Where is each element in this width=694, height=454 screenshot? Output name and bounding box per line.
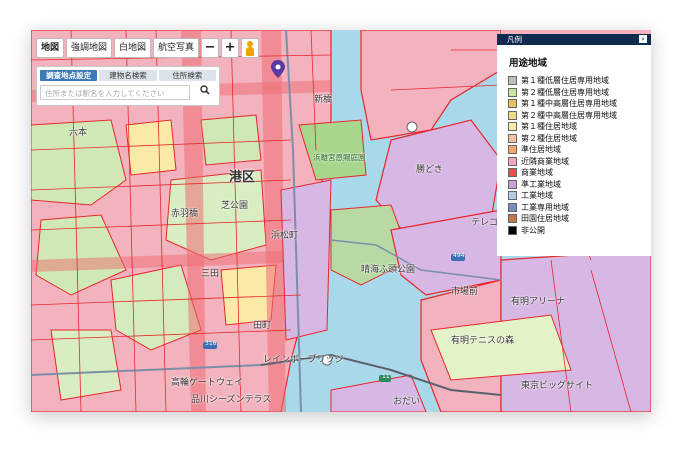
legend-item-label: 商業地域: [521, 168, 553, 178]
map-type-emphasis-button[interactable]: 強調地図: [66, 38, 113, 58]
legend-swatch: [508, 225, 517, 235]
search-panel: 調査地点設定 建物名検索 住所検索 住所または駅名を入力してください: [36, 66, 220, 106]
route-shield-316: 316: [205, 340, 217, 347]
map-type-standard-button[interactable]: 地図: [36, 38, 65, 58]
legend-item: 第１種住居地域: [508, 121, 651, 133]
map-type-toolbar: 地図 強調地図 白地図 航空写真 − +: [36, 38, 260, 58]
legend-item-label: 準住居地域: [521, 145, 561, 155]
legend-item-label: 工業専用地域: [521, 202, 569, 212]
label-shimbashi: 新橋: [314, 95, 333, 105]
label-ichibamae: 市場前: [451, 287, 479, 297]
legend-item: 工業地域: [508, 190, 651, 202]
legend-item: 商業地域: [508, 167, 651, 179]
legend-list: 第１種低層住居専用地域 第２種低層住居専用地域 第１種中高層住居専用地域 第２種中高層…: [497, 75, 651, 236]
zoom-in-button[interactable]: +: [221, 38, 240, 58]
legend-item-label: 第１種低層住居専用地域: [521, 76, 609, 86]
label-rainbow: レインボーブリッジ: [263, 355, 344, 365]
route-shield-11: 11: [382, 373, 390, 380]
legend-swatch: [508, 214, 517, 224]
legend-panel: 凡例 › 用途地域 第１種低層住居専用地域 第２種低層住居専用地域 第１種中高層住居…: [497, 34, 651, 256]
legend-header: 凡例 ›: [497, 34, 651, 45]
legend-item-label: 田園住居地域: [521, 214, 569, 224]
legend-swatch: [508, 145, 517, 155]
legend-swatch: [508, 87, 517, 97]
legend-item: 第２種住居地域: [508, 133, 651, 145]
label-akabane: 赤羽橋: [171, 209, 199, 219]
label-big-sight: 東京ビッグサイト: [521, 381, 594, 391]
legend-swatch: [508, 202, 517, 212]
legend-swatch: [508, 133, 517, 143]
legend-item-label: 第１種住居地域: [521, 122, 577, 132]
legend-item-label: 準工業地域: [521, 179, 561, 189]
search-button[interactable]: [194, 85, 216, 100]
legend-swatch: [508, 156, 517, 166]
chevron-right-icon[interactable]: ›: [639, 35, 647, 43]
tab-address-search[interactable]: 住所検索: [158, 70, 216, 81]
legend-swatch: [508, 76, 517, 86]
label-ariake-tennis: 有明テニスの森: [451, 336, 515, 346]
legend-item: 第２種低層住居専用地域: [508, 87, 651, 99]
legend-swatch: [508, 122, 517, 132]
legend-swatch: [508, 99, 517, 109]
label-hamarikyu: 浜離宮恩賜庭園: [313, 153, 366, 162]
label-daiba: おだい: [393, 397, 421, 407]
legend-swatch: [508, 191, 517, 201]
legend-item: 第１種低層住居専用地域: [508, 75, 651, 87]
map-type-aerial-button[interactable]: 航空写真: [153, 38, 200, 58]
legend-item-label: 第２種低層住居専用地域: [521, 87, 609, 97]
legend-item: 工業専用地域: [508, 202, 651, 214]
label-minato: 港区: [229, 170, 256, 185]
legend-item: 田園住居地域: [508, 213, 651, 225]
label-shiba-park: 芝公園: [221, 201, 249, 211]
legend-item: 非公開: [508, 225, 651, 237]
label-takanawa: 高輪ゲートウェイ: [171, 378, 244, 388]
label-shinagawa: 品川シーズンテラス: [191, 395, 272, 405]
label-kachidoki: 勝どき: [416, 165, 443, 175]
label-harumi: 晴海ふ頭公園: [361, 265, 416, 275]
legend-item: 準住居地域: [508, 144, 651, 156]
search-input[interactable]: 住所または駅名を入力してください: [40, 85, 190, 100]
legend-item-label: 非公開: [521, 225, 545, 235]
legend-item: 第１種中高層住居専用地域: [508, 98, 651, 110]
legend-item-label: 近隣商業地域: [521, 156, 569, 166]
legend-swatch: [508, 110, 517, 120]
route-shield-494: 494: [453, 252, 465, 259]
label-hamamatsucho: 浜松町: [271, 231, 299, 241]
legend-item-label: 第２種住居地域: [521, 133, 577, 143]
map-frame: 港区 浜離宮恩賜庭園 晴海ふ頭公園 市場前 有明アリーナ 有明テニスの森 東京ビ…: [31, 30, 651, 412]
label-mita: 三田: [201, 269, 220, 279]
legend-swatch: [508, 179, 517, 189]
tab-survey-point[interactable]: 調査地点設定: [40, 70, 98, 81]
legend-item: 準工業地域: [508, 179, 651, 191]
label-tamachi: 田町: [253, 321, 272, 331]
label-ariake: 有明アリーナ: [511, 297, 566, 307]
legend-item: 第２種中高層住居専用地域: [508, 110, 651, 122]
legend-item-label: 第２種中高層住居専用地域: [521, 110, 617, 120]
legend-swatch: [508, 168, 517, 178]
label-roppongi: 六本: [69, 128, 88, 138]
map-type-blank-button[interactable]: 白地図: [114, 38, 152, 58]
legend-item-label: 第１種中高層住居専用地域: [521, 99, 617, 109]
search-tabs: 調査地点設定 建物名検索 住所検索: [37, 67, 219, 81]
legend-item-label: 工業地域: [521, 191, 553, 201]
search-icon: [200, 85, 210, 95]
legend-header-label: 凡例: [507, 35, 522, 44]
zoom-out-button[interactable]: −: [201, 38, 220, 58]
street-view-pegman-icon[interactable]: [241, 38, 260, 58]
tab-building-search[interactable]: 建物名検索: [99, 70, 157, 81]
legend-item: 近隣商業地域: [508, 156, 651, 168]
legend-title: 用途地域: [509, 58, 548, 69]
